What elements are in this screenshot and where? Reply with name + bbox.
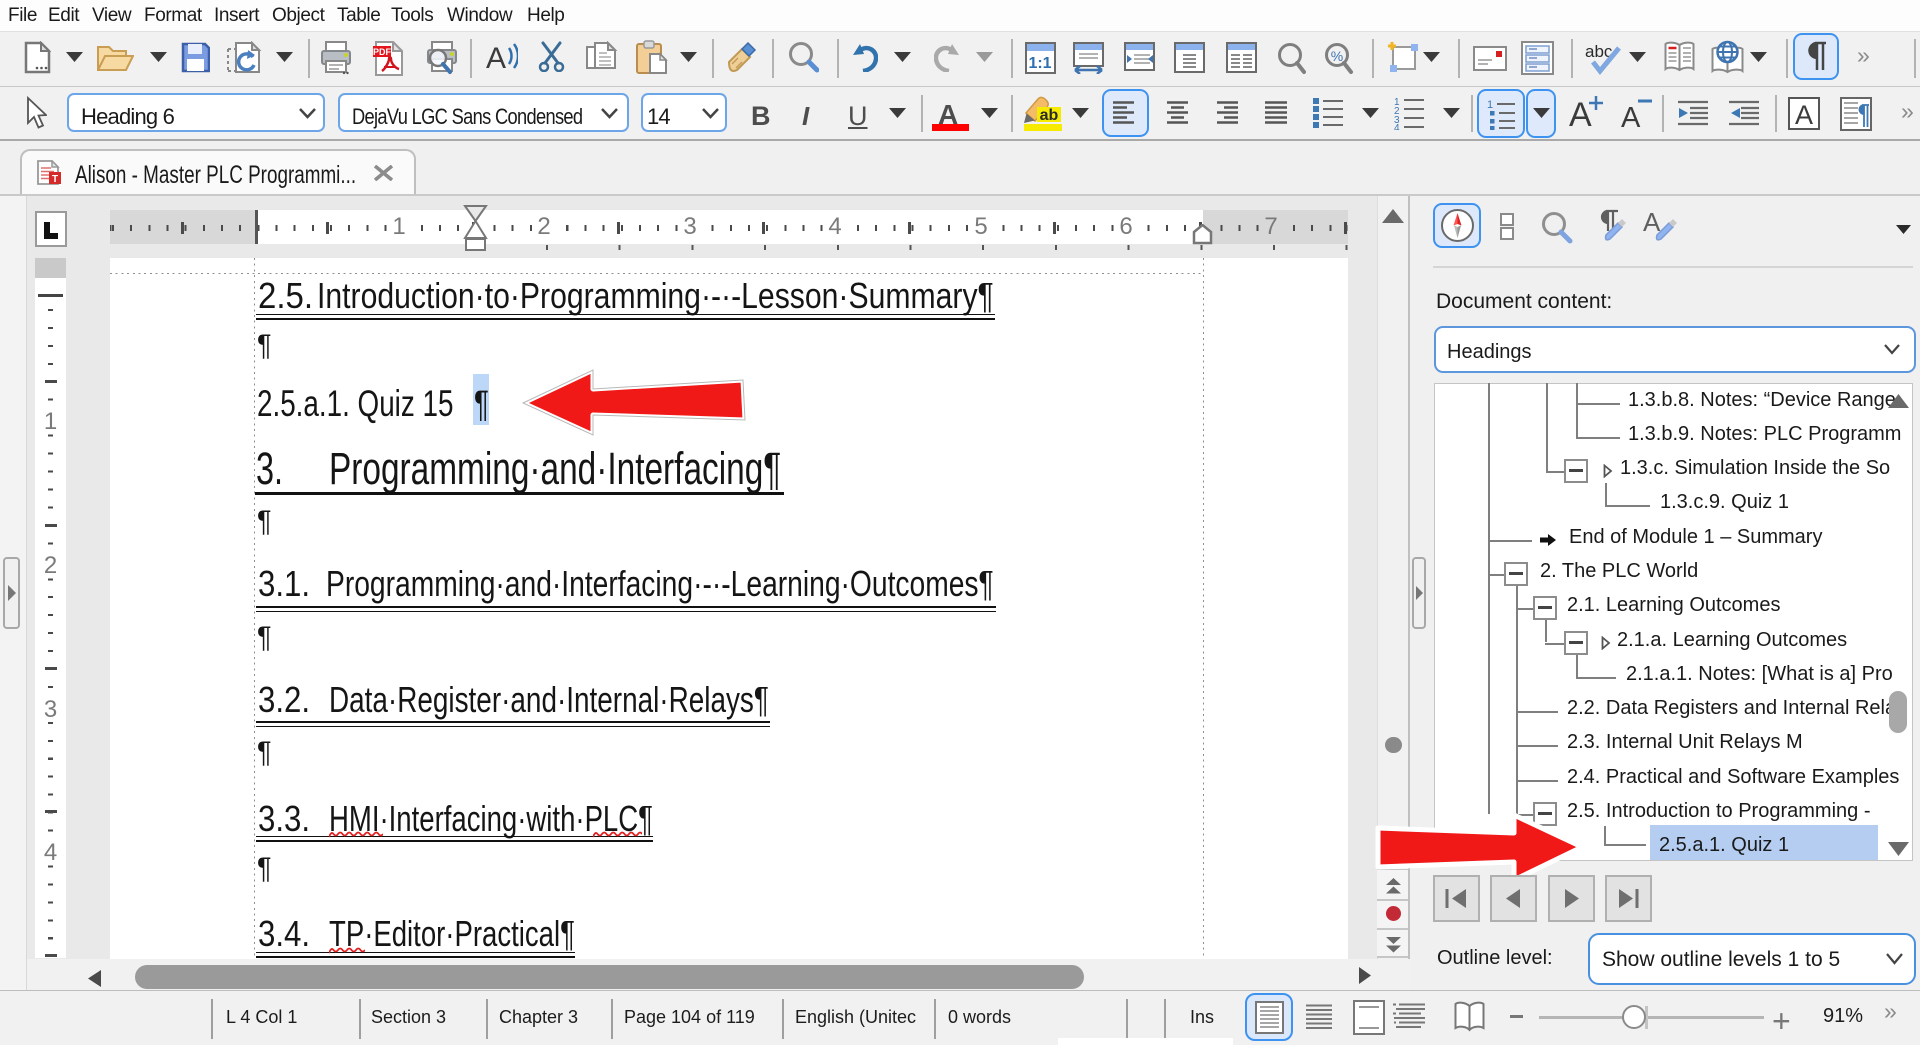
svg-text:A: A: [486, 42, 506, 72]
svg-text:T: T: [52, 174, 58, 185]
svg-text:1:1: 1:1: [1028, 55, 1051, 72]
svg-text:1: 1: [1487, 99, 1493, 111]
svg-text:ab: ab: [1040, 107, 1059, 124]
svg-text:PDF: PDF: [373, 47, 392, 57]
svg-text:4: 4: [1394, 123, 1400, 130]
svg-text:%: %: [1331, 48, 1343, 64]
